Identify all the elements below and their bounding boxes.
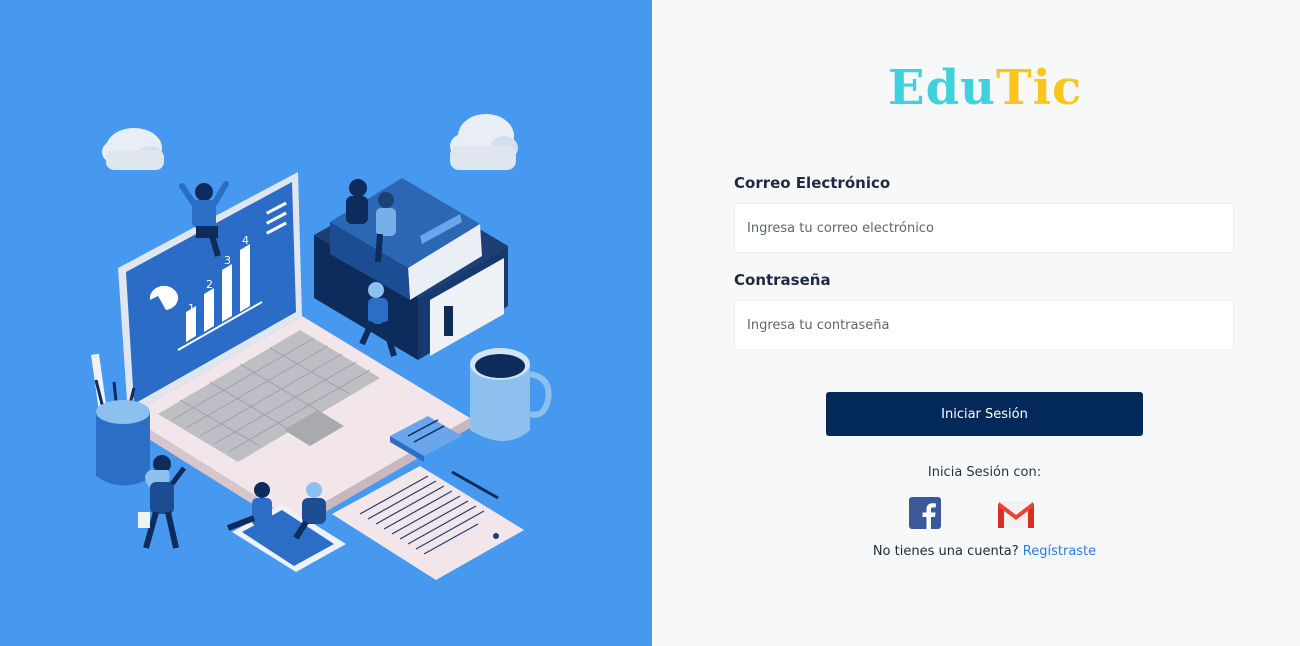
coffee-mug-icon <box>470 348 552 441</box>
chart-label-4: 4 <box>242 234 249 247</box>
facebook-login-button[interactable] <box>908 496 944 532</box>
password-input[interactable] <box>734 300 1234 350</box>
phone-icon <box>232 504 346 572</box>
books-stack <box>314 178 508 360</box>
email-input[interactable] <box>734 203 1234 253</box>
chart-label-3: 3 <box>224 254 231 267</box>
gmail-login-button[interactable] <box>997 496 1034 532</box>
logo-part-tic: Tic <box>996 60 1083 116</box>
login-button[interactable]: Iniciar Sesión <box>826 392 1143 436</box>
cloud-right-icon <box>450 114 518 170</box>
login-panel: EduTic Correo Electrónico Contraseña Ini… <box>652 0 1300 646</box>
logo-part-edu: Edu <box>888 60 997 116</box>
register-prompt-text: No tienes una cuenta? <box>872 544 1019 559</box>
cloud-left-icon <box>102 128 164 170</box>
chart-label-2: 2 <box>206 278 213 291</box>
email-label: Correo Electrónico <box>734 174 891 192</box>
register-link[interactable]: Regístraste <box>1023 544 1096 559</box>
edutic-logo: EduTic <box>888 58 1082 118</box>
social-login-caption: Inicia Sesión con: <box>927 465 1042 480</box>
gmail-icon <box>998 501 1034 528</box>
register-prompt: No tienes una cuenta? Regístraste <box>652 544 1300 559</box>
education-illustration: 1 2 3 4 <box>91 114 552 580</box>
chart-label-1: 1 <box>188 302 195 315</box>
password-label: Contraseña <box>734 271 831 289</box>
facebook-icon <box>909 497 941 529</box>
hero-illustration-panel: 1 2 3 4 <box>0 0 652 646</box>
